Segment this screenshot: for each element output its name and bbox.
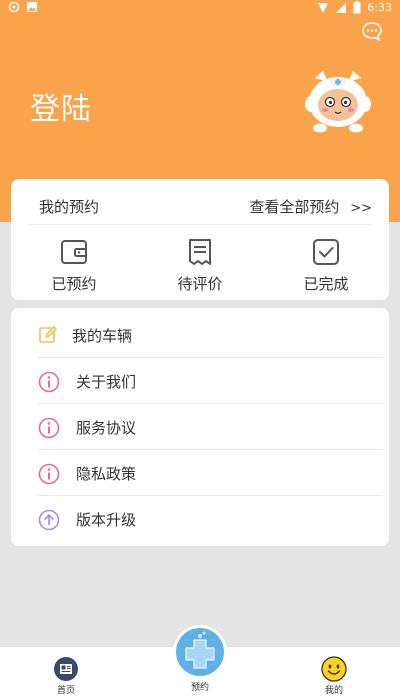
home-icon (54, 657, 78, 681)
bottom-navigation: 首页 预约 我的 (0, 625, 400, 700)
appointments-title: 我的预约 (39, 198, 100, 216)
appointment-center-button[interactable] (173, 625, 227, 679)
settings-menu-card: 我的车辆 关于我们 服务协议 隐私政策 版本升级 (11, 308, 389, 546)
medical-cross-icon (185, 631, 215, 669)
nav-home-label: 首页 (56, 686, 75, 696)
menu-item-service-agreement[interactable]: 服务协议 (38, 404, 383, 450)
menu-item-version-upgrade[interactable]: 版本升级 (38, 496, 383, 542)
tab-booked-label: 已预约 (51, 275, 97, 293)
info-icon (38, 371, 60, 393)
nav-home[interactable]: 首页 (48, 656, 84, 696)
check-box-icon (313, 239, 339, 265)
receipt-icon (189, 239, 211, 265)
cellular-icon (336, 2, 347, 13)
view-all-appointments-link[interactable]: 查看全部预约 >> (249, 196, 372, 217)
upgrade-icon (38, 509, 60, 531)
status-bar: 6:33 (0, 0, 400, 16)
image-icon (27, 2, 37, 12)
menu-item-my-vehicles[interactable]: 我的车辆 (38, 312, 383, 358)
edit-icon (39, 326, 57, 343)
my-appointments-card: 我的预约 查看全部预约 >> 已预约 待评价 已完成 (11, 179, 389, 300)
menu-item-privacy-policy[interactable]: 隐私政策 (38, 450, 383, 496)
menu-label-my-vehicles: 我的车辆 (72, 327, 133, 345)
menu-label-version-upgrade: 版本升级 (76, 511, 137, 529)
menu-label-about-us: 关于我们 (76, 373, 137, 391)
tab-pending-review[interactable]: 待评价 (137, 237, 263, 297)
tab-pending-review-label: 待评价 (177, 275, 223, 293)
nav-appointment-label: 预约 (190, 683, 209, 693)
tab-completed-label: 已完成 (303, 275, 349, 293)
appointments-header: 我的预约 查看全部预约 >> (28, 179, 372, 225)
menu-label-privacy-policy: 隐私政策 (76, 465, 137, 483)
menu-label-service-agreement: 服务协议 (76, 419, 137, 437)
wallet-icon (61, 240, 87, 264)
signal-icon (318, 2, 329, 13)
login-title[interactable]: 登陆 (30, 84, 92, 128)
chat-bubble-icon[interactable] (361, 20, 383, 42)
menu-item-about-us[interactable]: 关于我们 (38, 358, 383, 404)
nav-appointment[interactable]: 预约 (172, 625, 228, 693)
info-icon (38, 417, 60, 439)
view-all-label: 查看全部预约 (249, 198, 340, 216)
mascot-avatar-icon[interactable] (303, 68, 373, 134)
smiley-icon (321, 656, 347, 682)
battery-icon (353, 1, 361, 14)
nav-mine-label: 我的 (324, 686, 343, 696)
tab-booked[interactable]: 已预约 (11, 237, 137, 297)
status-time: 6:33 (367, 1, 392, 14)
sync-icon (8, 1, 20, 13)
tab-completed[interactable]: 已完成 (263, 237, 389, 297)
nav-mine[interactable]: 我的 (316, 656, 352, 696)
view-all-arrow: >> (350, 201, 372, 216)
info-icon (38, 463, 60, 485)
